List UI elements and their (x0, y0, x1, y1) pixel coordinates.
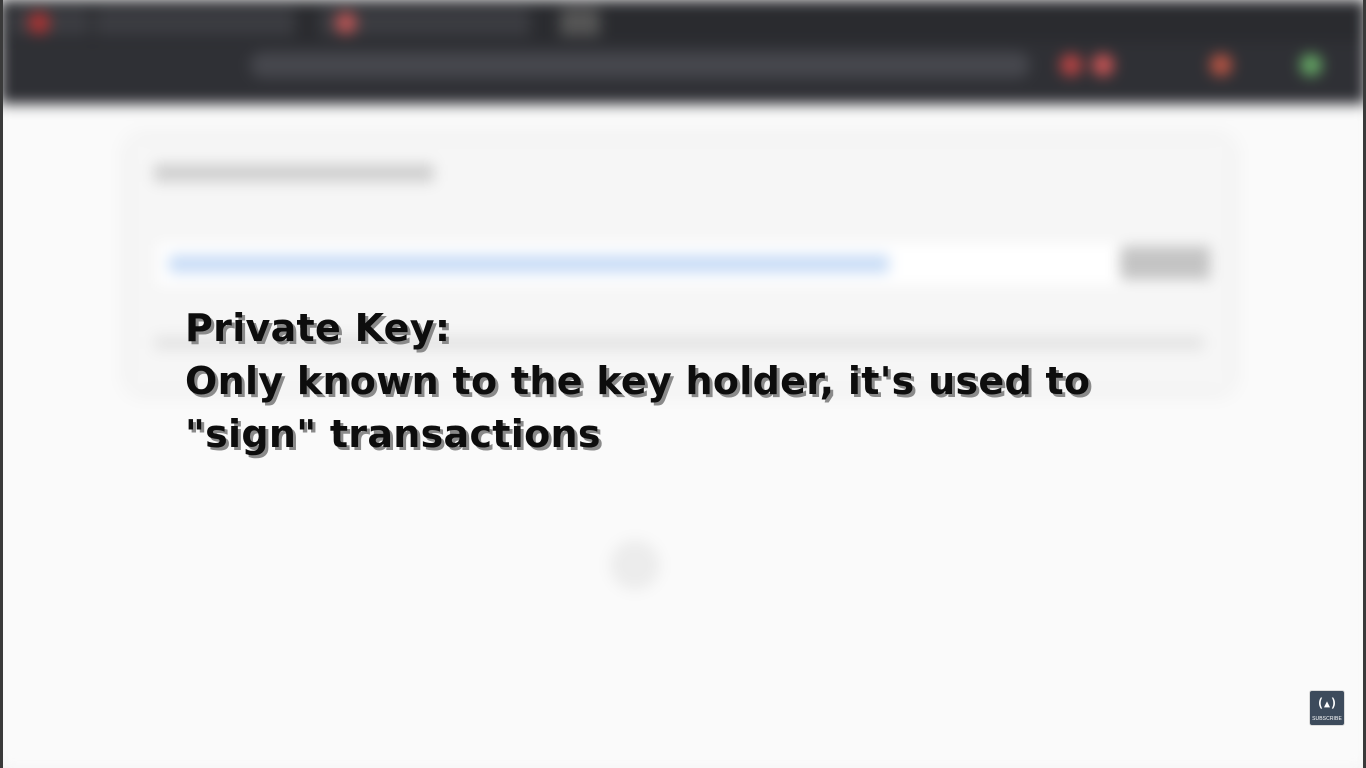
blurred-button (1120, 246, 1210, 280)
freecodecamp-icon: (▲) (1316, 696, 1338, 710)
extension-icon (1300, 54, 1322, 76)
blurred-selected-text (169, 255, 889, 273)
browser-toolbar (0, 42, 1366, 104)
overlay-caption: Private Key: Only known to the key holde… (185, 302, 1235, 461)
video-frame: Private Key: Only known to the key holde… (0, 0, 1366, 768)
extension-icon (1092, 54, 1114, 76)
extension-icon (1210, 54, 1232, 76)
browser-tab (560, 8, 600, 36)
caption-line: Only known to the key holder, it's used … (185, 359, 1091, 403)
blurred-key-field (154, 240, 1206, 288)
caption-heading: Private Key: (185, 306, 451, 350)
extension-icon (1060, 54, 1082, 76)
blurred-panel-title (154, 164, 434, 182)
tab-favicon-icon (28, 12, 50, 34)
browser-tab (95, 8, 295, 36)
subscribe-button[interactable]: (▲) SUBSCRIBE (1309, 690, 1345, 726)
frame-edge-left (0, 0, 3, 768)
blurred-loading-icon (610, 540, 660, 590)
tab-favicon-icon (335, 12, 357, 34)
browser-tab (10, 8, 90, 36)
browser-tab-bar (0, 0, 1366, 42)
caption-line: "sign" transactions (185, 412, 601, 456)
subscribe-label: SUBSCRIBE (1312, 716, 1342, 722)
browser-address-bar (250, 52, 1030, 78)
